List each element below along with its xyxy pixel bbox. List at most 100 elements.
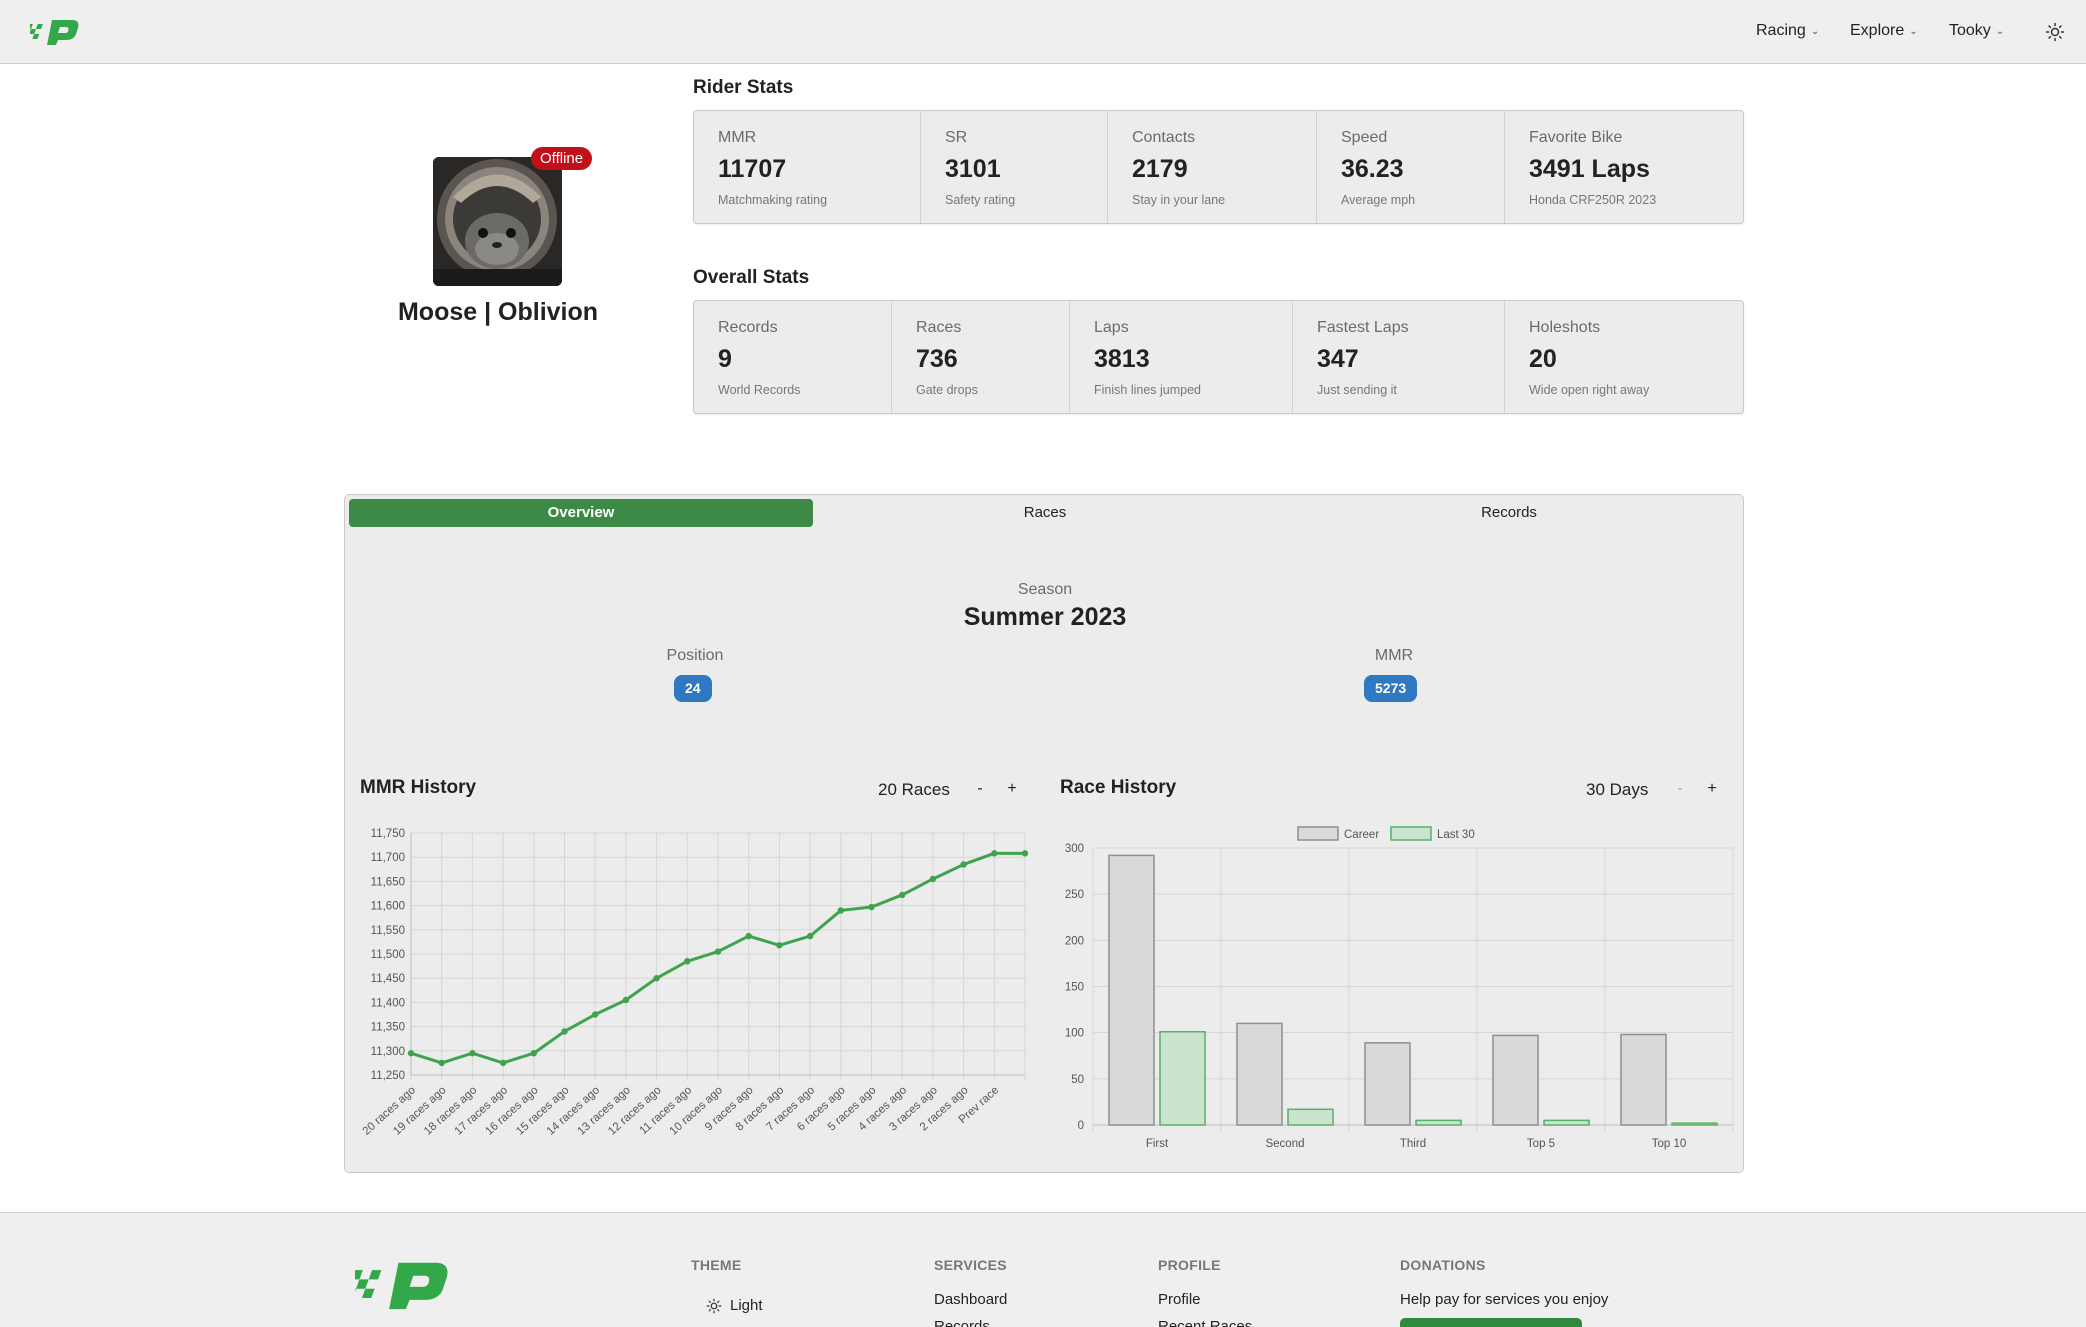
status-badge: Offline <box>531 147 593 170</box>
y-tick-label: 100 <box>1065 1028 1084 1040</box>
y-tick-label: 11,450 <box>371 973 405 985</box>
bar-last-30 <box>1287 1108 1334 1126</box>
mmr-data-point <box>991 850 998 857</box>
position-badge: 24 <box>674 675 712 702</box>
mmr-range-label: 20 Races <box>878 780 950 799</box>
nav-explore[interactable]: Explore ⌄ <box>1850 22 1918 40</box>
y-tick-label: 11,250 <box>371 1070 405 1082</box>
mmr-data-point <box>929 875 937 883</box>
footer: THEME Light SERVICES Dashboard Records P… <box>0 1212 2086 1327</box>
stat-desc: Stay in your lane <box>1132 193 1226 207</box>
mmr-data-point <box>622 996 630 1004</box>
bar-career <box>1620 1033 1667 1126</box>
overall-stats-panel: Records 9 World Records Races 736 Gate d… <box>693 300 1744 414</box>
stat-sr: SR 3101 Safety rating <box>921 111 1108 223</box>
stat-laps: Laps 3813 Finish lines jumped <box>1070 301 1293 413</box>
tab-races[interactable]: Races <box>813 499 1277 527</box>
nav-racing-label: Racing <box>1756 22 1806 39</box>
donate-button[interactable] <box>1400 1318 1582 1327</box>
x-tick-label: Top 5 <box>1527 1138 1555 1150</box>
stat-races: Races 736 Gate drops <box>892 301 1070 413</box>
footer-link-records[interactable]: Records <box>934 1318 990 1327</box>
mmr-data-point <box>499 1059 507 1067</box>
nav-racing[interactable]: Racing ⌄ <box>1756 22 1819 40</box>
season-mmr-label: MMR <box>1374 647 1414 664</box>
stat-fastest-laps: Fastest Laps 347 Just sending it <box>1293 301 1505 413</box>
stat-label: Races <box>916 319 962 336</box>
footer-brand-logo[interactable] <box>355 1259 453 1311</box>
mmr-data-point <box>438 1059 445 1067</box>
tab-overview[interactable]: Overview <box>349 499 813 527</box>
stat-desc: Honda CRF250R 2023 <box>1529 193 1657 207</box>
mmr-data-point <box>592 1011 599 1018</box>
footer-donations-heading: DONATIONS <box>1400 1257 1486 1273</box>
mmr-data-point <box>653 975 660 982</box>
stat-label: Records <box>718 319 778 336</box>
mmr-range-increase-button[interactable]: + <box>1005 780 1019 798</box>
y-tick-label: 250 <box>1065 889 1084 901</box>
mmr-range-decrease-button[interactable]: - <box>973 780 987 798</box>
stat-label: Fastest Laps <box>1317 319 1409 336</box>
footer-link-recent-races[interactable]: Recent Races <box>1158 1318 1252 1327</box>
stat-speed: Speed 36.23 Average mph <box>1317 111 1505 223</box>
rider-name: Moose | Oblivion <box>397 298 599 326</box>
legend-swatch <box>1297 826 1339 841</box>
stat-label: SR <box>945 129 968 146</box>
stat-contacts: Contacts 2179 Stay in your lane <box>1108 111 1317 223</box>
stat-mmr: MMR 11707 Matchmaking rating <box>694 111 921 223</box>
stat-value: 11707 <box>718 155 787 183</box>
chevron-down-icon: ⌄ <box>1909 25 1918 37</box>
footer-link-dashboard[interactable]: Dashboard <box>934 1291 1007 1308</box>
nav-user-menu[interactable]: Tooky ⌄ <box>1949 22 2004 40</box>
y-tick-label: 11,350 <box>371 1022 405 1034</box>
x-tick-label: Third <box>1400 1138 1426 1150</box>
y-tick-label: 11,400 <box>371 997 405 1009</box>
mmr-data-point <box>899 891 906 899</box>
footer-donations-text: Help pay for services you enjoy <box>1400 1291 1609 1308</box>
footer-theme-light[interactable]: Light <box>706 1297 763 1314</box>
race-range-decrease-button[interactable]: - <box>1673 780 1687 798</box>
stat-value: 3101 <box>945 155 1001 183</box>
mmr-data-point <box>837 907 844 914</box>
y-tick-label: 11,700 <box>371 852 405 864</box>
x-tick-label: Top 10 <box>1652 1138 1687 1150</box>
mmr-data-point <box>407 1050 415 1057</box>
footer-services-heading: SERVICES <box>934 1257 1007 1273</box>
sun-icon[interactable] <box>2045 22 2065 42</box>
season-mmr-badge: 5273 <box>1364 675 1418 702</box>
season-name: Summer 2023 <box>963 603 1127 631</box>
mmr-data-point <box>530 1050 537 1057</box>
mmr-data-point <box>684 958 691 965</box>
mmr-data-point <box>960 861 967 868</box>
stat-label: Favorite Bike <box>1529 129 1623 146</box>
y-tick-label: 11,650 <box>371 876 405 888</box>
stat-value: 3813 <box>1094 345 1150 373</box>
stat-value: 347 <box>1317 345 1359 373</box>
stat-label: Contacts <box>1132 129 1196 146</box>
stat-value: 3491 Laps <box>1529 155 1650 183</box>
legend-label: Career <box>1344 829 1379 841</box>
tab-records[interactable]: Records <box>1277 499 1741 527</box>
mmr-data-point <box>776 942 783 949</box>
footer-profile-heading: PROFILE <box>1158 1257 1221 1273</box>
stat-label: MMR <box>718 129 757 146</box>
brand-logo[interactable] <box>30 18 80 46</box>
stat-label: Speed <box>1341 129 1388 146</box>
bar-career <box>1108 854 1155 1126</box>
season-label: Season <box>1017 581 1073 598</box>
mmr-data-point <box>469 1050 476 1057</box>
stat-records: Records 9 World Records <box>694 301 892 413</box>
x-tick-label: First <box>1146 1138 1169 1150</box>
stat-value: 736 <box>916 345 958 373</box>
stat-label: Holeshots <box>1529 319 1601 336</box>
race-range-increase-button[interactable]: + <box>1705 780 1719 798</box>
bar-career <box>1364 1042 1411 1126</box>
footer-link-profile[interactable]: Profile <box>1158 1291 1201 1308</box>
chevron-down-icon: ⌄ <box>1995 25 2005 37</box>
stat-desc: Matchmaking rating <box>718 193 828 207</box>
rider-stats-title: Rider Stats <box>693 77 794 98</box>
legend-label: Last 30 <box>1437 829 1475 841</box>
y-tick-label: 11,500 <box>371 949 405 961</box>
y-tick-label: 11,600 <box>371 901 405 913</box>
footer-theme-heading: THEME <box>691 1257 742 1273</box>
